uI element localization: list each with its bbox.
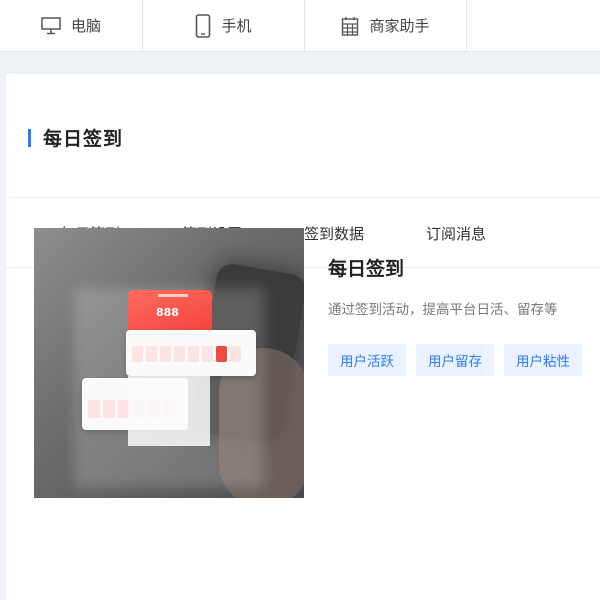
mobile-icon bbox=[195, 13, 211, 38]
device-tab-label: 商家助手 bbox=[369, 17, 430, 35]
feature-title: 每日签到 bbox=[328, 258, 405, 280]
page-title: 每日签到 bbox=[43, 128, 124, 150]
device-tab-desktop[interactable]: 电脑 bbox=[0, 0, 143, 51]
page-title-group: 每日签到 bbox=[28, 124, 123, 151]
building-icon bbox=[341, 16, 359, 36]
mock-cell-highlight bbox=[216, 346, 227, 362]
device-tab-bar: 电脑 手机 商家助手 bbox=[0, 0, 600, 52]
mock-cell bbox=[132, 346, 143, 362]
feature-image: 888 bbox=[34, 228, 304, 498]
mock-cell bbox=[188, 346, 199, 362]
title-accent-bar bbox=[28, 128, 31, 147]
tag-user-retention[interactable]: 用户留存 bbox=[416, 344, 494, 376]
tag-user-activity[interactable]: 用户活跃 bbox=[328, 344, 406, 376]
mock-list-panel bbox=[128, 376, 210, 446]
mock-cell bbox=[103, 400, 115, 418]
tab-subscription-messages[interactable]: 订阅消息 bbox=[418, 198, 494, 268]
desktop-icon bbox=[41, 16, 61, 35]
mock-cell bbox=[88, 400, 100, 418]
tag-user-stickiness[interactable]: 用户粘性 bbox=[504, 344, 582, 376]
device-tab-label: 电脑 bbox=[70, 17, 101, 35]
mock-points-number: 888 bbox=[156, 306, 179, 319]
device-tab-mobile[interactable]: 手机 bbox=[143, 0, 305, 51]
mock-title-line bbox=[158, 294, 188, 297]
mock-calendar-cells bbox=[132, 346, 241, 362]
feature-description: 通过签到活动，提高平台日活、留存等 bbox=[328, 302, 558, 318]
mock-cell bbox=[202, 346, 213, 362]
device-tab-merchant-assistant[interactable]: 商家助手 bbox=[305, 0, 467, 51]
device-tab-label: 手机 bbox=[221, 17, 252, 35]
mock-cell bbox=[230, 346, 241, 362]
mock-cell bbox=[146, 346, 157, 362]
mock-cell bbox=[160, 346, 171, 362]
feature-tags: 用户活跃 用户留存 用户粘性 bbox=[328, 344, 582, 376]
mock-cell bbox=[174, 346, 185, 362]
